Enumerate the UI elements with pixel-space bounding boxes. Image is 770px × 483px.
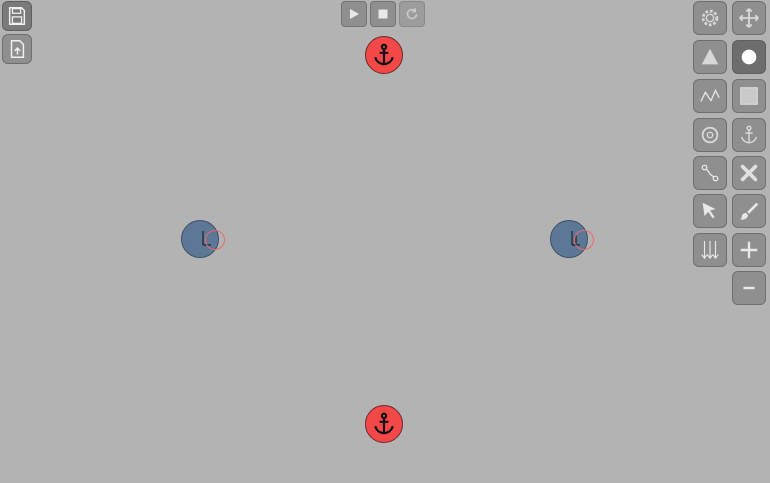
anchor-bottom[interactable] <box>365 405 403 443</box>
file-export-icon <box>10 40 25 58</box>
select-tool[interactable] <box>693 194 727 228</box>
gear-icon <box>701 9 719 27</box>
body-left[interactable] <box>181 220 225 258</box>
force-arrows-icon <box>701 240 719 260</box>
joint-ring[interactable] <box>205 230 225 250</box>
save-button[interactable] <box>2 1 32 31</box>
wheel-icon <box>701 126 719 144</box>
rope-icon <box>701 164 719 182</box>
reset-button[interactable] <box>399 1 425 27</box>
anchor-icon <box>374 43 394 66</box>
gear-tool[interactable] <box>693 1 727 35</box>
anchor-tool[interactable] <box>732 118 766 152</box>
triangle-icon <box>701 48 719 65</box>
rope-tool[interactable] <box>693 156 727 190</box>
body-right[interactable] <box>550 220 594 258</box>
floppy-disk-icon <box>8 7 26 25</box>
stop-button[interactable] <box>370 1 396 27</box>
triangle-tool[interactable] <box>693 40 727 74</box>
minus-icon <box>743 286 755 290</box>
paint-tool[interactable] <box>732 194 766 228</box>
force-tool[interactable] <box>693 233 727 267</box>
circle-tool[interactable] <box>732 40 766 74</box>
square-icon <box>740 87 758 105</box>
play-button[interactable] <box>341 1 367 27</box>
close-icon <box>740 164 758 182</box>
circle-icon <box>741 49 757 65</box>
box-tool[interactable] <box>732 79 766 113</box>
anchor-icon <box>374 412 394 435</box>
arrow-pointer-icon <box>702 202 716 219</box>
zoom-out-tool[interactable] <box>732 271 766 305</box>
stop-icon <box>378 9 388 19</box>
anchor-icon <box>740 125 758 144</box>
polyline-tool[interactable] <box>693 79 727 113</box>
reset-icon <box>406 8 418 20</box>
anchor-top[interactable] <box>365 36 403 74</box>
export-button[interactable] <box>2 34 32 64</box>
brush-icon <box>739 202 759 220</box>
play-icon <box>350 9 359 19</box>
polyline-icon <box>700 89 720 102</box>
wheel-tool[interactable] <box>693 118 727 152</box>
move-tool[interactable] <box>732 1 766 35</box>
joint-ring[interactable] <box>574 230 594 250</box>
delete-tool[interactable] <box>732 156 766 190</box>
zoom-in-tool[interactable] <box>732 233 766 267</box>
move-icon <box>739 8 759 28</box>
plus-icon <box>740 241 758 259</box>
